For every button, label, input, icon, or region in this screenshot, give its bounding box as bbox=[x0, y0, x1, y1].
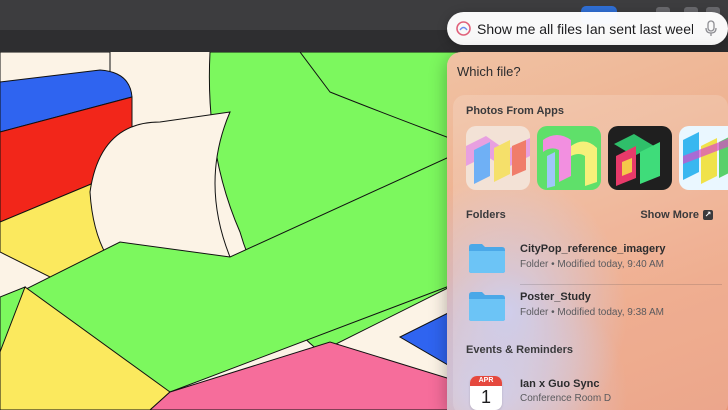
event-title: Ian x Guo Sync bbox=[520, 378, 600, 390]
folder-name: CityPop_reference_imagery bbox=[520, 243, 666, 255]
spotlight-results-panel: Which file? Photos From Apps Folders Sho… bbox=[447, 52, 728, 410]
photo-thumb-1[interactable] bbox=[466, 126, 530, 190]
folder-result[interactable]: Poster_Study Folder • Modified today, 9:… bbox=[466, 282, 718, 330]
folder-meta: Folder • Modified today, 9:38 AM bbox=[520, 307, 664, 318]
photos-section-title: Photos From Apps bbox=[466, 105, 564, 117]
arrow-icon: ↗ bbox=[703, 210, 713, 220]
show-more-label: Show More bbox=[640, 209, 699, 221]
event-result[interactable]: APR 1 Ian x Guo Sync Conference Room D bbox=[466, 374, 718, 410]
folder-name: Poster_Study bbox=[520, 291, 591, 303]
events-section-title: Events & Reminders bbox=[466, 344, 573, 356]
folder-icon bbox=[469, 244, 505, 273]
photo-thumb-4[interactable] bbox=[679, 126, 728, 190]
show-more-button[interactable]: Show More ↗ bbox=[640, 209, 713, 221]
search-input[interactable] bbox=[477, 17, 693, 40]
microphone-icon[interactable] bbox=[704, 20, 718, 37]
photo-thumb-2[interactable] bbox=[537, 126, 601, 190]
calendar-day: 1 bbox=[480, 387, 491, 407]
folders-section-title: Folders bbox=[466, 209, 506, 221]
folder-meta: Folder • Modified today, 9:40 AM bbox=[520, 259, 664, 270]
photo-thumb-3[interactable] bbox=[608, 126, 672, 190]
folder-icon bbox=[469, 292, 505, 321]
spotlight-assistant-icon bbox=[456, 21, 471, 36]
calendar-month: APR bbox=[470, 376, 502, 386]
event-location: Conference Room D bbox=[520, 393, 612, 404]
panel-title: Which file? bbox=[457, 64, 521, 79]
calendar-icon: APR 1 bbox=[470, 376, 502, 410]
spotlight-search-bar[interactable] bbox=[447, 12, 728, 45]
folder-result[interactable]: CityPop_reference_imagery Folder • Modif… bbox=[466, 234, 718, 282]
